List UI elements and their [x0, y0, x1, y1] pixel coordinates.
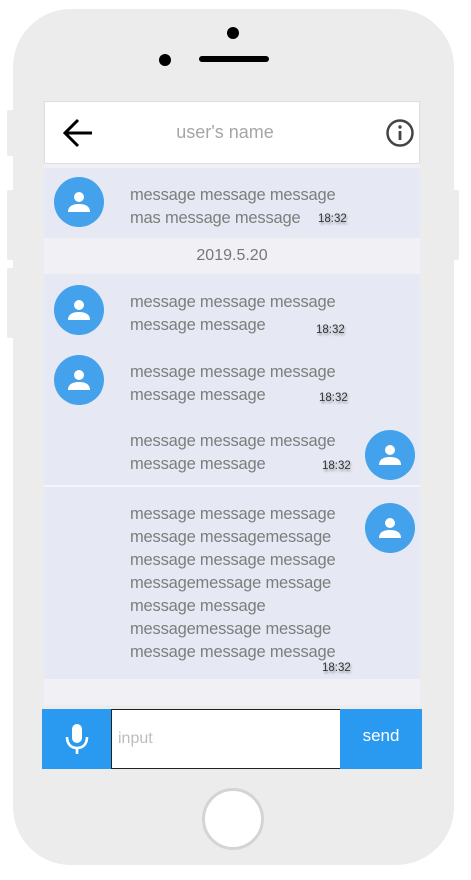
send-button[interactable]: send: [340, 709, 422, 769]
avatar[interactable]: [54, 285, 104, 335]
phone-volume-up-button: [7, 190, 15, 260]
chat-screen: user's name message message message mas …: [44, 101, 420, 705]
input-bar: send: [42, 708, 422, 769]
message-time: 18:32: [318, 213, 347, 225]
message-time: 18:32: [322, 460, 351, 472]
phone-volume-down-button: [7, 268, 15, 338]
message-time: 18:32: [316, 324, 345, 336]
microphone-icon: [65, 724, 89, 754]
user-icon: [68, 370, 90, 390]
message-row: message message message message message …: [44, 413, 420, 485]
message-time: 18:32: [322, 662, 351, 674]
chat-title: user's name: [176, 122, 274, 142]
phone-side-button: [7, 110, 15, 156]
user-icon: [379, 518, 401, 538]
message-input[interactable]: [111, 709, 346, 769]
avatar[interactable]: [365, 503, 415, 553]
info-circle-icon[interactable]: [385, 118, 415, 148]
phone-power-button: [452, 190, 459, 260]
message-row: message message message message message …: [44, 274, 420, 344]
message-time: 18:32: [319, 392, 348, 404]
avatar[interactable]: [365, 430, 415, 480]
message-text: message message message message messagem…: [130, 505, 336, 661]
user-icon: [68, 192, 90, 212]
user-icon: [68, 300, 90, 320]
message-row: message message message mas message mess…: [44, 168, 420, 238]
user-icon: [379, 445, 401, 465]
message-row: message message message message messagem…: [44, 487, 420, 679]
home-button[interactable]: [202, 788, 264, 850]
avatar[interactable]: [54, 355, 104, 405]
date-separator: 2019.5.20: [44, 238, 420, 274]
phone-speaker: [199, 56, 269, 62]
phone-front-camera: [227, 27, 239, 39]
voice-input-button[interactable]: [42, 709, 112, 769]
arrow-left-icon[interactable]: [61, 117, 95, 149]
message-row: message message message message message …: [44, 344, 420, 413]
phone-sensor: [159, 54, 171, 66]
avatar[interactable]: [54, 177, 104, 227]
chat-header: user's name: [44, 101, 420, 164]
